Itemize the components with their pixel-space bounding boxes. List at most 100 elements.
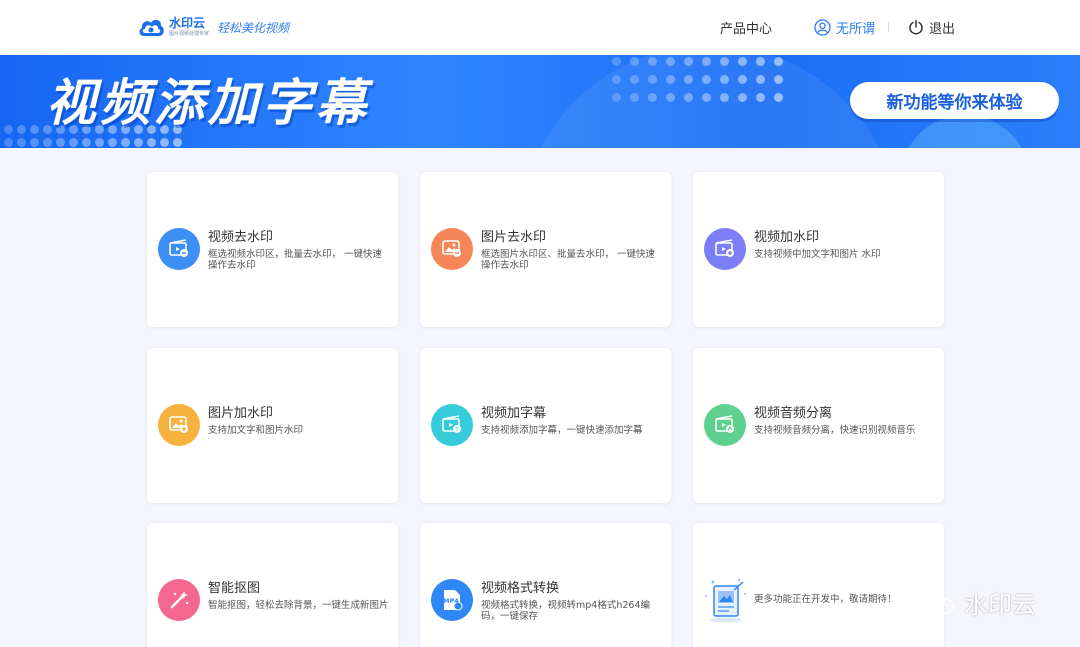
banner-dot [648, 57, 657, 66]
banner-dot [30, 138, 39, 147]
nav-product-label: 产品中心 [720, 21, 773, 37]
banner-dot [720, 57, 729, 66]
banner-dot [738, 75, 747, 84]
banner-dot [612, 75, 621, 84]
banner-dot [648, 75, 657, 84]
mp4-convert-icon: MP4 [431, 579, 473, 621]
feature-card[interactable]: 智能抠图智能抠图，轻松去除背景，一键生成新图片 [147, 523, 398, 647]
feature-card-title: 视频加字幕 [481, 406, 547, 421]
banner-dot [4, 125, 13, 134]
feature-card-description: 框选视频水印区，批量去水印， 一键快速操作去水印 [208, 249, 383, 271]
feature-card[interactable]: 更多功能正在开发中，敬请期待！ [693, 523, 944, 647]
banner-dot [774, 75, 783, 84]
video-subtitle-icon: T [431, 404, 473, 446]
logout-label: 退出 [929, 21, 956, 37]
feature-card-title: 视频加水印 [754, 230, 820, 245]
feature-card-description: 更多功能正在开发中，敬请期待！ [754, 594, 897, 605]
banner-dot [720, 93, 729, 102]
banner-dot [756, 75, 765, 84]
banner-decoration [900, 115, 1030, 148]
feature-card[interactable]: 图片去水印框选图片水印区、批量去水印， 一键快速操作去水印 [420, 172, 671, 327]
logout-button[interactable]: 退出 [908, 18, 956, 37]
banner-dot [121, 138, 130, 147]
feature-card[interactable]: 视频音频分离支持视频音频分离，快速识别视频音乐 [693, 348, 944, 503]
nav-product-center[interactable]: 产品中心 [720, 18, 773, 37]
banner-dot [612, 93, 621, 102]
logo-subtitle: 图片视频处理专家 [169, 31, 210, 37]
banner-dot [648, 93, 657, 102]
banner-dot [612, 57, 621, 66]
banner-dot [160, 138, 169, 147]
feature-card-title: 图片去水印 [481, 230, 547, 245]
banner-dot [738, 93, 747, 102]
video-add-watermark-icon [704, 228, 746, 270]
feature-card[interactable]: 视频去水印框选视频水印区，批量去水印， 一键快速操作去水印 [147, 172, 398, 327]
audio-separate-icon [704, 404, 746, 446]
feature-card-title: 视频音频分离 [754, 406, 833, 421]
banner-dot [720, 75, 729, 84]
feature-card-description: 支持视频添加字幕，一键快速添加字幕 [481, 425, 643, 436]
user-icon [814, 18, 831, 36]
banner-dot [684, 57, 693, 66]
image-remove-watermark-icon [431, 228, 473, 270]
feature-card-description: 框选图片水印区、批量去水印， 一键快速操作去水印 [481, 249, 656, 271]
feature-card[interactable]: 视频加水印支持视频中加文字和图片 水印 [693, 172, 944, 327]
feature-card-description: 视频格式转换，视频转mp4格式h264编码，一键保存 [481, 600, 650, 622]
banner-dot [43, 138, 52, 147]
banner-dot [666, 75, 675, 84]
slogan: 轻松美化视频 [217, 20, 290, 35]
banner-dot [147, 138, 156, 147]
nav-user[interactable]: 无所谓 [814, 18, 876, 37]
feature-card-title: 视频去水印 [208, 230, 274, 245]
banner-dot [108, 138, 117, 147]
image-add-watermark-icon [158, 404, 200, 446]
feature-card-title: 智能抠图 [208, 581, 261, 596]
feature-card-description: 智能抠图，轻松去除背景，一键生成新图片 [208, 600, 389, 611]
banner-cta-button[interactable]: 新功能等你来体验 [850, 82, 1059, 119]
banner-dot [666, 57, 675, 66]
banner-dot [4, 138, 13, 147]
magic-wand-icon [158, 579, 200, 621]
banner-dot [666, 93, 675, 102]
banner-dot [774, 57, 783, 66]
banner-dot [630, 93, 639, 102]
banner-dot [95, 138, 104, 147]
banner-decoration [520, 55, 900, 148]
banner-dot [173, 138, 182, 147]
banner-dot [82, 138, 91, 147]
top-header: 水印云 图片视频处理专家 轻松美化视频 产品中心 无所谓 退出 [0, 0, 1080, 55]
logo-name: 水印云 [169, 16, 206, 30]
banner-dot [702, 57, 711, 66]
banner-dot [756, 57, 765, 66]
banner-title: 视频添加字幕 [46, 74, 370, 132]
banner-dot [684, 93, 693, 102]
feature-card[interactable]: 图片加水印支持加文字和图片水印 [147, 348, 398, 503]
feature-card-description: 支持视频中加文字和图片 水印 [754, 249, 881, 260]
cloud-logo-icon [139, 19, 164, 36]
coming-soon-illustration-icon [703, 576, 749, 624]
video-remove-watermark-icon [158, 228, 200, 270]
banner-dot [17, 138, 26, 147]
banner-dot [69, 138, 78, 147]
svg-text:T: T [454, 427, 459, 434]
mp4-badge: MP4 [443, 597, 459, 605]
wechat-icon [919, 590, 954, 614]
banner-dot [738, 57, 747, 66]
feature-card[interactable]: T 视频加字幕支持视频添加字幕，一键快速添加字幕 [420, 348, 671, 503]
banner-dot [684, 75, 693, 84]
promo-banner[interactable]: 视频添加字幕 新功能等你来体验 [0, 55, 1080, 148]
feature-card[interactable]: MP4 视频格式转换 视频格式转换，视频转mp4格式h264编码，一键保存 [420, 523, 671, 647]
feature-card-description: 支持加文字和图片水印 [208, 425, 304, 436]
feature-card-description: 支持视频音频分离，快速识别视频音乐 [754, 425, 916, 436]
banner-dot [134, 138, 143, 147]
banner-dot [630, 75, 639, 84]
nav-divider [888, 22, 889, 32]
banner-dot [56, 138, 65, 147]
banner-dot [756, 93, 765, 102]
banner-dot [774, 93, 783, 102]
feature-card-title: 图片加水印 [208, 406, 274, 421]
banner-dot [17, 125, 26, 134]
nav-user-label: 无所谓 [836, 21, 876, 37]
logo[interactable]: 水印云 图片视频处理专家 轻松美化视频 [137, 14, 289, 40]
banner-dot [702, 93, 711, 102]
